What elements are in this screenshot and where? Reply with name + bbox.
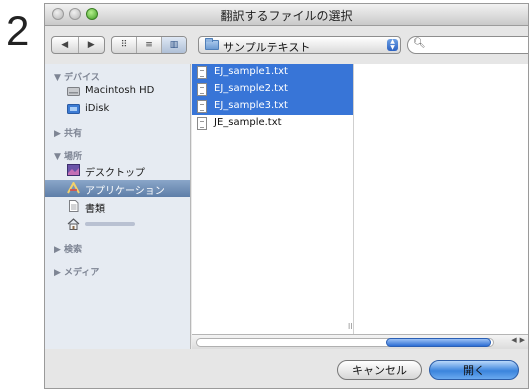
file-name: EJ_sample3.txt [214, 100, 288, 111]
sidebar-item-macintosh-hd[interactable]: Macintosh HD [45, 83, 190, 100]
applications-icon [67, 182, 80, 194]
file-name: EJ_sample2.txt [214, 83, 288, 94]
open-button[interactable]: 開く [429, 360, 519, 380]
sidebar-item-label: 書類 [85, 204, 105, 215]
list-view-button[interactable]: ≡ [137, 37, 162, 53]
scrollbar-thumb[interactable] [386, 338, 491, 347]
media-header[interactable]: ▶ メディア [54, 265, 99, 278]
desktop-icon [67, 164, 80, 176]
cancel-button[interactable]: キャンセル [337, 360, 422, 380]
nav-back-forward-control: ◀ ▶ [51, 36, 105, 54]
sidebar-item-home[interactable] [45, 216, 190, 233]
idisk-icon [67, 104, 80, 114]
sidebar-item-label: Macintosh HD [85, 85, 155, 96]
back-button[interactable]: ◀ [52, 37, 79, 53]
text-file-icon [197, 66, 207, 79]
file-row[interactable]: EJ_sample3.txt [192, 98, 353, 115]
scroll-arrows-icon[interactable]: ◀▶ [511, 336, 528, 344]
location-label: サンプルテキスト [223, 41, 311, 54]
file-row[interactable]: EJ_sample1.txt [192, 64, 353, 81]
file-row[interactable]: JE_sample.txt [192, 115, 353, 132]
preview-column [354, 64, 528, 334]
text-file-icon [197, 117, 207, 130]
sidebar-item-documents[interactable]: 書類 [45, 198, 190, 215]
file-open-dialog: 翻訳するファイルの選択 ◀ ▶ ⠿ ≡ ▥ サンプルテキスト ▲ ▼ 🔍︎ ▼ デ… [44, 3, 529, 389]
home-icon [67, 218, 80, 230]
forward-button[interactable]: ▶ [79, 37, 105, 53]
sidebar-item-label: デスクトップ [85, 168, 145, 179]
file-list-column: EJ_sample1.txt EJ_sample2.txt EJ_sample3… [192, 64, 354, 334]
search-field[interactable]: 🔍︎ [407, 36, 528, 54]
popup-arrows-icon: ▲ ▼ [387, 39, 398, 51]
places-header[interactable]: ▼ 場所 [54, 149, 82, 162]
sidebar-item-label: アプリケーション [85, 186, 165, 197]
folder-icon [205, 38, 219, 50]
column-view-button[interactable]: ▥ [162, 37, 186, 53]
documents-icon [69, 200, 79, 212]
icon-view-button[interactable]: ⠿ [112, 37, 137, 53]
title-bar[interactable]: 翻訳するファイルの選択 [45, 4, 528, 26]
column-resize-handle[interactable]: ll [348, 322, 352, 331]
file-name: JE_sample.txt [214, 117, 282, 128]
location-popup[interactable]: サンプルテキスト ▲ ▼ [198, 36, 401, 54]
dialog-footer: キャンセル 開く [45, 349, 528, 388]
sidebar-item-idisk[interactable]: iDisk [45, 101, 190, 118]
horizontal-scrollbar[interactable]: ◀▶ [192, 334, 528, 349]
sidebar-item-applications[interactable]: アプリケーション [45, 180, 190, 197]
sidebar-item-label: iDisk [85, 103, 110, 114]
home-folder-label [85, 222, 135, 226]
text-file-icon [197, 100, 207, 113]
file-name: EJ_sample1.txt [214, 66, 288, 77]
view-mode-control: ⠿ ≡ ▥ [111, 36, 187, 54]
window-title: 翻訳するファイルの選択 [220, 9, 353, 23]
sidebar: ▼ デバイス Macintosh HD iDisk ▶ 共有 ▼ 場所 デスクト… [45, 64, 191, 349]
search-icon: 🔍︎ [413, 38, 426, 49]
search-header[interactable]: ▶ 検索 [54, 242, 82, 255]
step-number: 2 [6, 7, 30, 54]
sidebar-item-desktop[interactable]: デスクトップ [45, 162, 190, 179]
text-file-icon [197, 83, 207, 96]
toolbar: ◀ ▶ ⠿ ≡ ▥ サンプルテキスト ▲ ▼ 🔍︎ [45, 26, 528, 64]
file-row[interactable]: EJ_sample2.txt [192, 81, 353, 98]
shared-header[interactable]: ▶ 共有 [54, 126, 82, 139]
devices-header[interactable]: ▼ デバイス [54, 70, 100, 83]
hard-disk-icon [67, 87, 80, 96]
